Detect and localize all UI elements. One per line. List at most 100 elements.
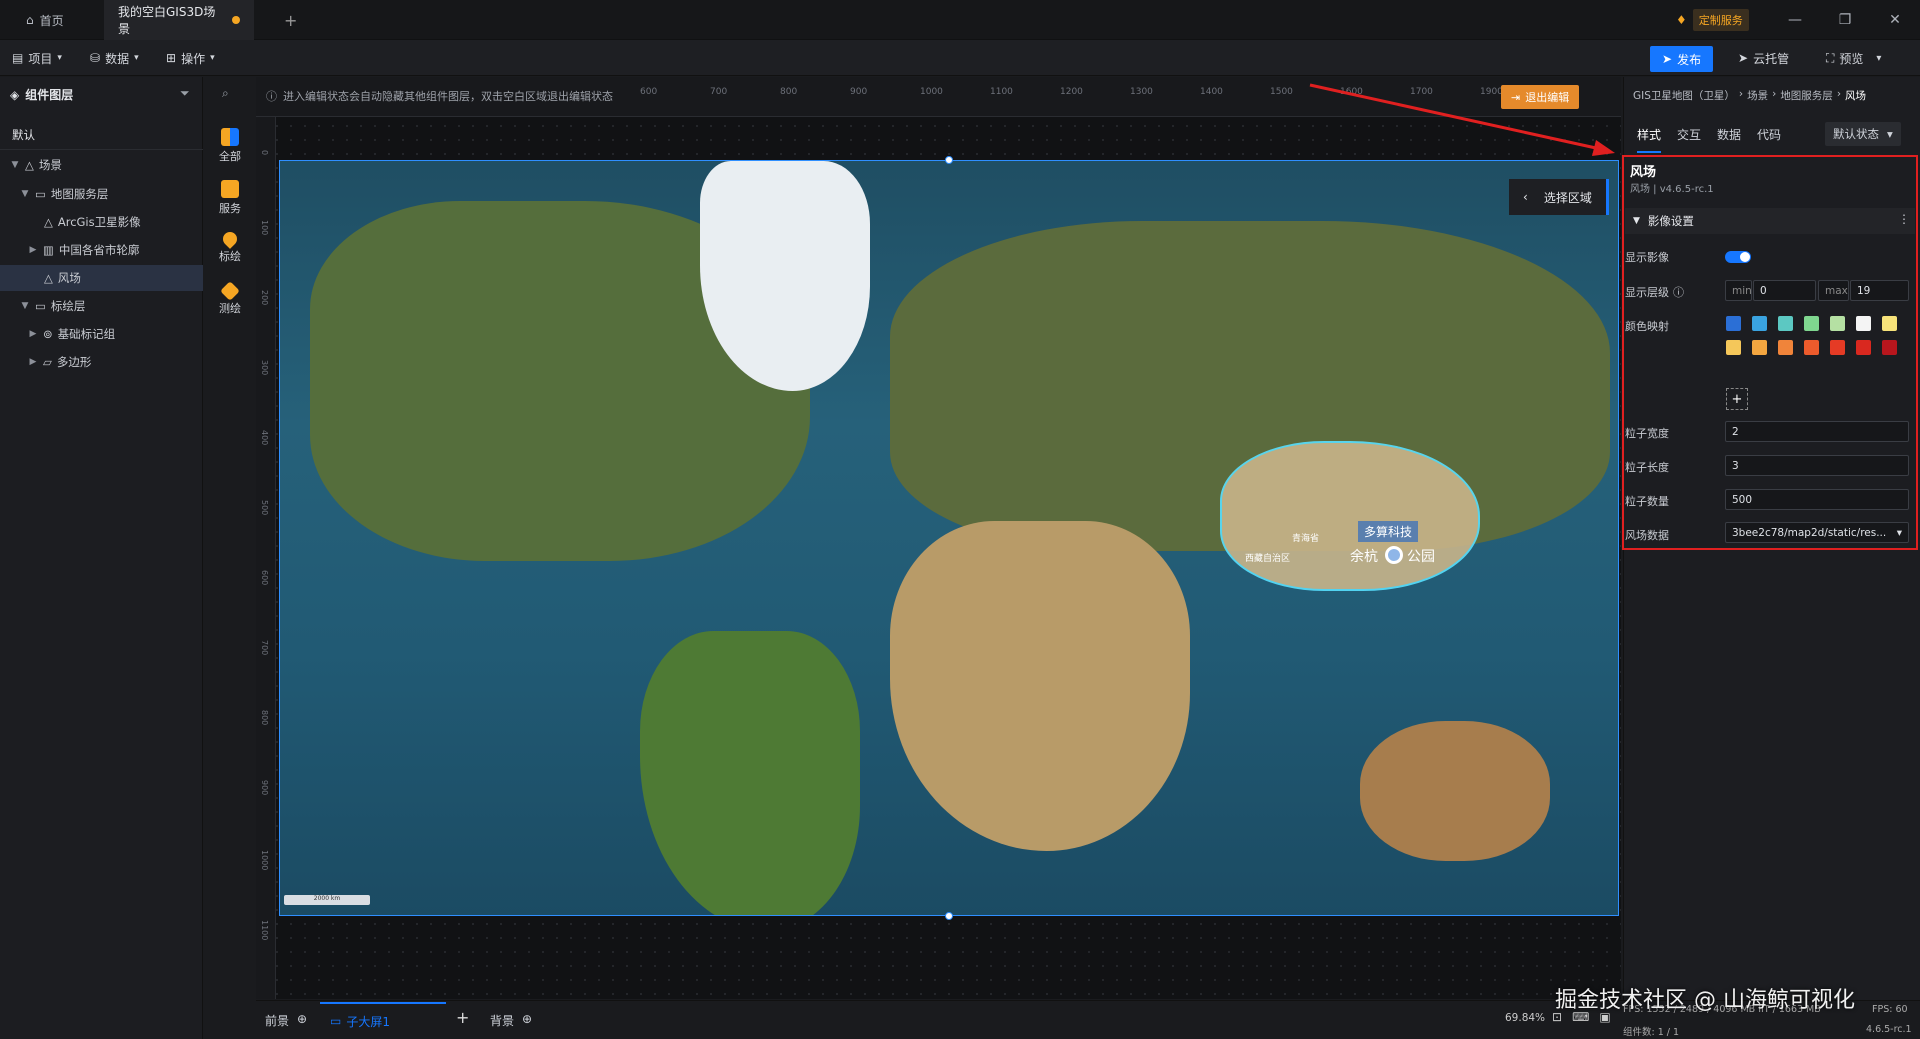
preview-button[interactable]: ⛶ 预览 ▾	[1826, 40, 1881, 76]
ruler-tick-label: 0	[260, 150, 269, 156]
color-swatch[interactable]	[1856, 316, 1871, 331]
tool-all[interactable]: 全部	[205, 128, 255, 164]
min-prefix: min	[1725, 280, 1752, 301]
wind-data-select[interactable]: 3bee2c78/map2d/static/res... ▾	[1725, 522, 1909, 543]
color-swatch[interactable]	[1726, 340, 1741, 355]
search-icon[interactable]: ⌕	[222, 86, 229, 101]
tab-data[interactable]: 数据	[1717, 126, 1741, 153]
preview-label: 预览	[1839, 51, 1864, 66]
color-swatch[interactable]	[1804, 316, 1819, 331]
tab-project[interactable]: 我的空白GIS3D场景	[104, 0, 254, 40]
color-swatch[interactable]	[1856, 340, 1871, 355]
select-area-label: 选择区域	[1543, 190, 1592, 205]
menu-project[interactable]: ▤ 项目 ▾	[12, 40, 62, 76]
caret-down-icon: ▼	[21, 189, 29, 199]
breadcrumb-item[interactable]: GIS卫星地图（卫星）	[1633, 88, 1735, 103]
breadcrumb-item[interactable]: 地图服务层	[1780, 88, 1833, 103]
tab-project-label: 我的空白GIS3D场景	[118, 5, 216, 36]
tab-home[interactable]: ⌂ 首页	[12, 0, 78, 40]
max-level-input[interactable]: 19	[1850, 280, 1909, 301]
unsaved-dot-icon	[232, 16, 240, 24]
tool-plot[interactable]: 标绘	[205, 229, 255, 264]
tab-default[interactable]: 默认	[12, 127, 35, 143]
min-level-input[interactable]: 0	[1753, 280, 1816, 301]
ruler-tick-label: 1500	[1270, 87, 1293, 97]
section-image-settings[interactable]: ▼ 影像设置	[1625, 208, 1915, 234]
tree-item-wind-field[interactable]: △ 风场	[0, 265, 203, 291]
filter-icon[interactable]: ⏷	[180, 86, 190, 101]
menu-data[interactable]: ⛁ 数据 ▾	[90, 40, 139, 76]
add-color-button[interactable]: +	[1726, 388, 1748, 410]
close-button[interactable]: ✕	[1872, 0, 1918, 40]
tree-item-label: 风场	[57, 271, 81, 285]
info-icon: ⓘ	[266, 90, 277, 103]
label-particle-width: 粒子宽度	[1625, 427, 1669, 440]
breadcrumb: GIS卫星地图（卫星） › 场景 › 地图服务层 › 风场	[1633, 88, 1867, 103]
tool-measure[interactable]: 测绘	[205, 281, 255, 316]
tool-service[interactable]: 服务	[205, 180, 255, 216]
resize-handle[interactable]	[945, 912, 953, 920]
child-screen-tab[interactable]: ▭ 子大屏1	[320, 1002, 446, 1038]
caret-down-icon: ▼	[1633, 216, 1640, 226]
minimize-button[interactable]: —	[1772, 0, 1818, 40]
more-icon[interactable]: ⋮	[1898, 212, 1910, 226]
show-image-toggle[interactable]	[1725, 251, 1751, 263]
breadcrumb-item[interactable]: 风场	[1845, 88, 1866, 103]
map-pin-icon[interactable]	[1385, 546, 1403, 564]
annotation-arrow	[1309, 83, 1615, 156]
color-swatch[interactable]	[1882, 316, 1897, 331]
ruler-tick-label: 1300	[1130, 87, 1153, 97]
caret-down-icon: ▼	[11, 160, 19, 170]
color-swatch[interactable]	[1804, 340, 1819, 355]
background-tab[interactable]: 背景 ⊕	[490, 1012, 532, 1029]
color-swatch[interactable]	[1752, 340, 1767, 355]
custom-service-button[interactable]: ♦ 定制服务	[1676, 8, 1749, 32]
tree-item-arcgis[interactable]: △ ArcGis卫星影像	[0, 209, 203, 235]
publish-button[interactable]: ➤ 发布	[1650, 46, 1714, 72]
tree-item-label: 基础标记组	[57, 327, 116, 341]
color-swatch[interactable]	[1726, 316, 1741, 331]
help-icon[interactable]: ⓘ	[1673, 284, 1684, 300]
ruler-tick-label: 1200	[1060, 87, 1083, 97]
particle-count-input[interactable]: 500	[1725, 489, 1909, 510]
tab-interaction[interactable]: 交互	[1677, 126, 1701, 153]
particle-width-input[interactable]: 2	[1725, 421, 1909, 442]
polygon-icon: ▱	[43, 355, 52, 369]
maximize-button[interactable]: ❐	[1822, 0, 1868, 40]
color-swatch[interactable]	[1830, 316, 1845, 331]
ruler-tick-label: 600	[260, 570, 269, 586]
tree-item-polygon[interactable]: ▶ ▱ 多边形	[0, 349, 203, 375]
select-area-button[interactable]: ‹ 选择区域	[1509, 179, 1609, 215]
tab-code[interactable]: 代码	[1757, 126, 1781, 153]
ruler-tick-label: 900	[260, 780, 269, 796]
particle-length-input[interactable]: 3	[1725, 455, 1909, 476]
new-tab-button[interactable]: +	[270, 0, 306, 40]
database-icon: ⛁	[90, 51, 101, 65]
foreground-tab[interactable]: 前景 ⊕	[265, 1012, 307, 1029]
zoom-level[interactable]: 69.84%	[1505, 1012, 1545, 1024]
color-swatch[interactable]	[1830, 340, 1845, 355]
tab-style[interactable]: 样式	[1637, 126, 1662, 153]
tree-item-china-outline[interactable]: ▶ ▥ 中国各省市轮廓	[0, 237, 203, 263]
tree-item-plot-layer[interactable]: ▼ ▭ 标绘层	[0, 293, 203, 319]
add-screen-button[interactable]: +	[456, 1008, 469, 1027]
tree-item-scene[interactable]: ▼ △ 场景	[0, 152, 203, 178]
tree-item-map-service[interactable]: ▼ ▭ 地图服务层	[0, 181, 203, 207]
child-screen-label: 子大屏1	[346, 1014, 390, 1029]
tree-item-label: 中国各省市轮廓	[58, 243, 140, 257]
color-swatch[interactable]	[1882, 340, 1897, 355]
wind-field-map[interactable]: 多算科技 余杭 公园 青海省 西藏自治区 2000 km ‹ 选择区域	[279, 160, 1619, 916]
cloud-host-label: 云托管	[1753, 51, 1790, 66]
menu-operate[interactable]: ⊞ 操作 ▾	[166, 40, 215, 76]
resize-handle[interactable]	[945, 156, 953, 164]
xizang-label: 西藏自治区	[1245, 554, 1291, 564]
color-swatch[interactable]	[1752, 316, 1767, 331]
cloud-host-button[interactable]: ➤ 云托管	[1738, 40, 1789, 76]
breadcrumb-item[interactable]: 场景	[1747, 88, 1768, 103]
ruler-tick-label: 1000	[260, 850, 269, 871]
tree-item-marker-group[interactable]: ▶ ⊚ 基础标记组	[0, 321, 203, 347]
color-swatch[interactable]	[1778, 340, 1793, 355]
edit-hint: ⓘ 进入编辑状态会自动隐藏其他组件图层，双击空白区域退出编辑状态	[266, 88, 613, 104]
state-select[interactable]: 默认状态 ▾	[1825, 122, 1901, 146]
color-swatch[interactable]	[1778, 316, 1793, 331]
